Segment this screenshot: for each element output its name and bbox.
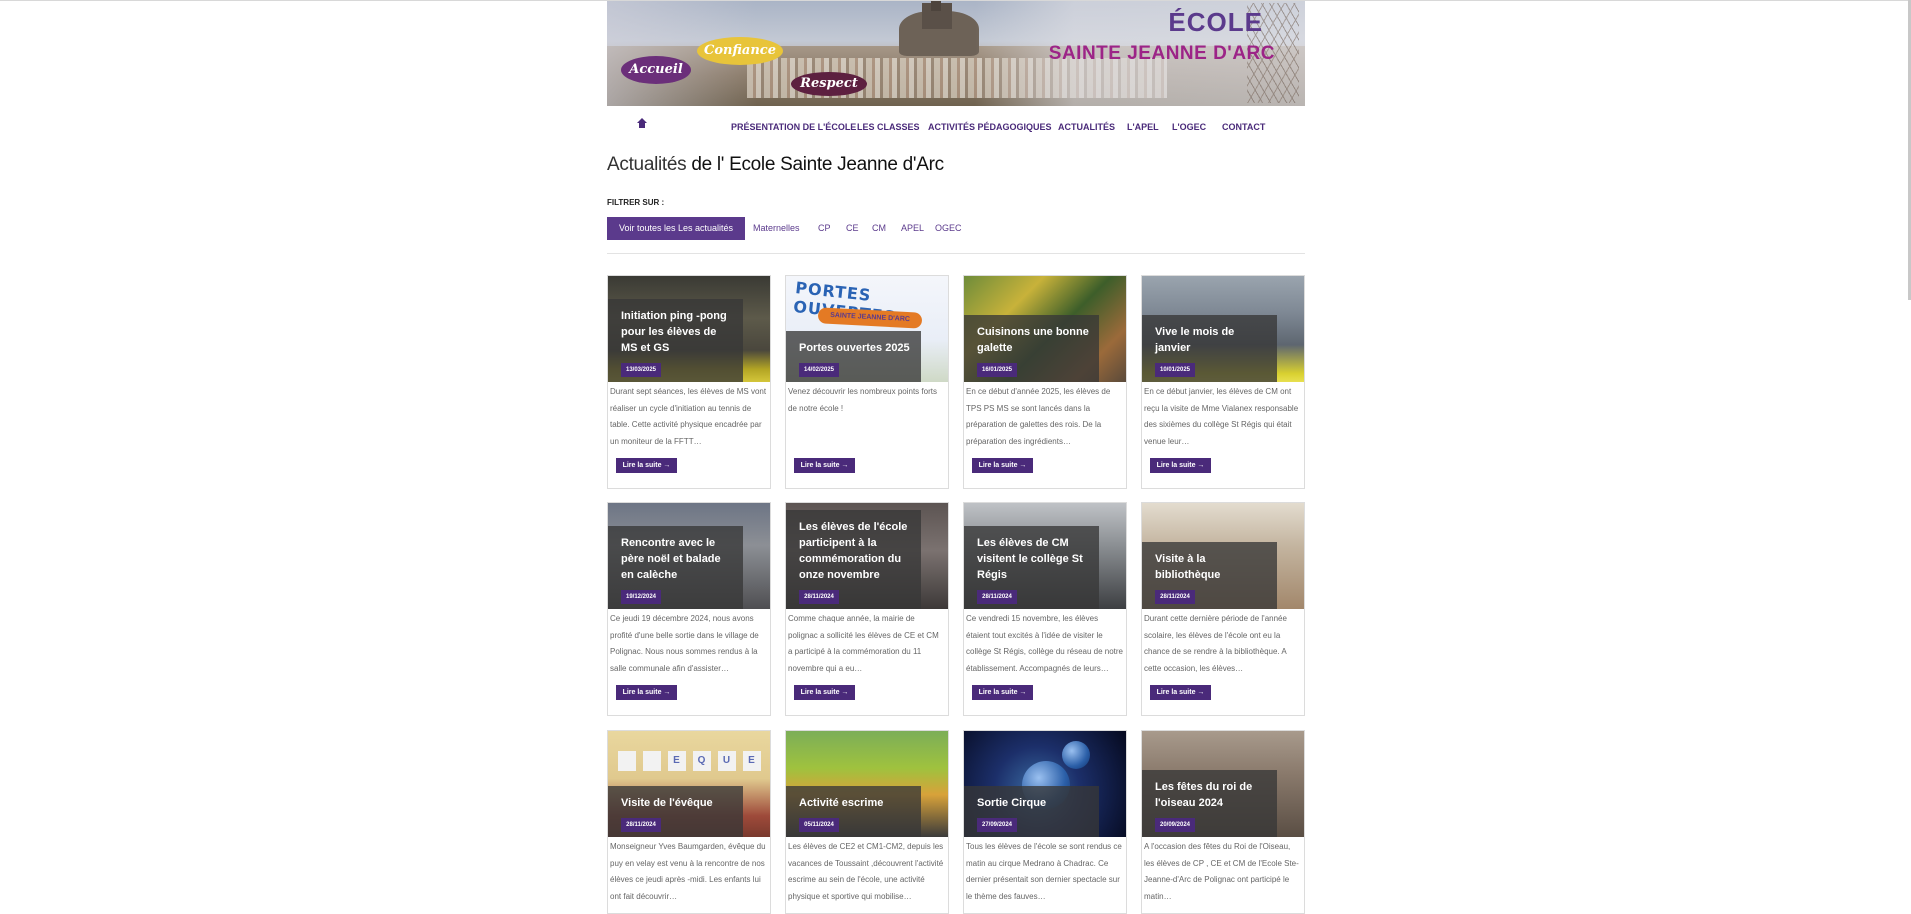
filter-cm[interactable]: CM: [872, 223, 886, 233]
card-date: 05/11/2024: [799, 818, 839, 832]
card-date: 13/03/2025: [621, 363, 661, 377]
image-letter: E: [667, 751, 686, 771]
image-letter: [642, 751, 661, 771]
card-image[interactable]: Rencontre avec le père noël et balade en…: [608, 503, 770, 609]
news-card[interactable]: Activité escrime 05/11/2024 Les élèves d…: [785, 730, 949, 914]
card-excerpt: Venez découvrir les nombreux points fort…: [788, 387, 937, 413]
card-image[interactable]: Sortie Cirque 27/09/2024: [964, 731, 1126, 837]
filter-maternelles[interactable]: Maternelles: [753, 223, 800, 233]
card-image[interactable]: Les élèves de l'école participent à la c…: [786, 503, 948, 609]
filter-label: FILTRER SUR :: [607, 198, 665, 207]
page-title-part1: Actualités: [607, 154, 687, 175]
card-image[interactable]: PORTES OUVERTES SAINTE JEANNE D'ARC Port…: [786, 276, 948, 382]
card-title[interactable]: Cuisinons une bonne galette: [977, 326, 1089, 354]
read-more-button[interactable]: Lire la suite →: [1150, 685, 1211, 700]
filter-apel[interactable]: APEL: [901, 223, 924, 233]
news-card[interactable]: E Q U E Visite de l'évêque 28/11/2024 Mo…: [607, 730, 771, 914]
card-excerpt: Monseigneur Yves Baumgarden, évêque du p…: [610, 842, 766, 901]
card-excerpt: Durant cette dernière période de l'année…: [1144, 614, 1287, 673]
card-title[interactable]: Sortie Cirque: [977, 797, 1046, 809]
card-date: 28/11/2024: [799, 590, 839, 604]
card-image[interactable]: Les élèves de CM visitent le collège St …: [964, 503, 1126, 609]
card-date: 19/12/2024: [621, 590, 661, 604]
card-excerpt: Ce jeudi 19 décembre 2024, nous avons pr…: [610, 614, 759, 673]
card-excerpt: En ce début janvier, les élèves de CM on…: [1144, 387, 1299, 446]
news-card[interactable]: Visite à la bibliothèque 28/11/2024 Dura…: [1141, 502, 1305, 716]
news-card[interactable]: Cuisinons une bonne galette 16/01/2025 E…: [963, 275, 1127, 489]
news-card[interactable]: Les élèves de l'école participent à la c…: [785, 502, 949, 716]
card-excerpt: Ce vendredi 15 novembre, les élèves étai…: [966, 614, 1123, 673]
card-date: 28/11/2024: [1155, 590, 1195, 604]
news-card[interactable]: PORTES OUVERTES SAINTE JEANNE D'ARC Port…: [785, 275, 949, 489]
read-more-button[interactable]: Lire la suite →: [1150, 458, 1211, 473]
card-title[interactable]: Initiation ping -pong pour les élèves de…: [621, 310, 727, 354]
filter-ce[interactable]: CE: [846, 223, 859, 233]
news-card[interactable]: Les élèves de CM visitent le collège St …: [963, 502, 1127, 716]
page-title-part2: de l' Ecole Sainte Jeanne d'Arc: [686, 154, 944, 175]
card-image[interactable]: Les fêtes du roi de l'oiseau 2024 20/09/…: [1142, 731, 1304, 837]
card-excerpt: Tous les élèves de l'école se sont rendu…: [966, 842, 1122, 901]
card-date: 27/09/2024: [977, 818, 1017, 832]
page-title: Actualités de l' Ecole Sainte Jeanne d'A…: [607, 154, 944, 176]
card-image[interactable]: Vive le mois de janvier 10/01/2025: [1142, 276, 1304, 382]
news-card[interactable]: Sortie Cirque 27/09/2024 Tous les élèves…: [963, 730, 1127, 914]
card-excerpt: Durant sept séances, les élèves de MS vo…: [610, 387, 767, 446]
divider: [607, 253, 1305, 254]
card-title[interactable]: Visite de l'évêque: [621, 797, 713, 809]
image-letter: [617, 751, 636, 771]
card-title[interactable]: Portes ouvertes 2025: [799, 342, 910, 354]
image-letters: E Q U E: [614, 751, 764, 773]
card-image[interactable]: Cuisinons une bonne galette 16/01/2025: [964, 276, 1126, 382]
image-letter: E: [742, 751, 761, 771]
image-circus-ball: [1062, 741, 1090, 769]
read-more-button[interactable]: Lire la suite →: [794, 685, 855, 700]
card-date: 28/11/2024: [977, 590, 1017, 604]
card-title[interactable]: Visite à la bibliothèque: [1155, 553, 1220, 581]
content: Actualités de l' Ecole Sainte Jeanne d'A…: [607, 0, 1305, 914]
card-image[interactable]: Activité escrime 05/11/2024: [786, 731, 948, 837]
filter-all-button[interactable]: Voir toutes les Les actualités: [607, 217, 745, 240]
image-letter: U: [717, 751, 736, 771]
news-card[interactable]: Initiation ping -pong pour les élèves de…: [607, 275, 771, 489]
card-title[interactable]: Vive le mois de janvier: [1155, 326, 1234, 354]
card-excerpt: En ce début d'année 2025, les élèves de …: [966, 387, 1111, 446]
card-excerpt: Comme chaque année, la mairie de poligna…: [788, 614, 939, 673]
news-card[interactable]: Vive le mois de janvier 10/01/2025 En ce…: [1141, 275, 1305, 489]
image-letter: Q: [692, 751, 711, 771]
read-more-button[interactable]: Lire la suite →: [972, 685, 1033, 700]
card-excerpt: Les élèves de CE2 et CM1-CM2, depuis les…: [788, 842, 944, 901]
read-more-button[interactable]: Lire la suite →: [616, 685, 677, 700]
news-card[interactable]: Rencontre avec le père noël et balade en…: [607, 502, 771, 716]
card-date: 28/11/2024: [621, 818, 661, 832]
card-image[interactable]: Visite à la bibliothèque 28/11/2024: [1142, 503, 1304, 609]
news-card[interactable]: Les fêtes du roi de l'oiseau 2024 20/09/…: [1141, 730, 1305, 914]
filter-cp[interactable]: CP: [818, 223, 831, 233]
read-more-button[interactable]: Lire la suite →: [616, 458, 677, 473]
read-more-button[interactable]: Lire la suite →: [794, 458, 855, 473]
card-excerpt: A l'occasion des fêtes du Roi de l'Oisea…: [1144, 842, 1299, 901]
card-date: 20/09/2024: [1155, 818, 1195, 832]
filter-ogec[interactable]: OGEC: [935, 223, 962, 233]
card-image[interactable]: Initiation ping -pong pour les élèves de…: [608, 276, 770, 382]
card-date: 16/01/2025: [977, 363, 1017, 377]
card-title[interactable]: Les élèves de CM visitent le collège St …: [977, 537, 1083, 581]
card-date: 10/01/2025: [1155, 363, 1195, 377]
card-date: 14/02/2025: [799, 363, 839, 377]
read-more-button[interactable]: Lire la suite →: [972, 458, 1033, 473]
card-title[interactable]: Rencontre avec le père noël et balade en…: [621, 537, 721, 581]
card-image[interactable]: E Q U E Visite de l'évêque 28/11/2024: [608, 731, 770, 837]
card-title[interactable]: Activité escrime: [799, 797, 883, 809]
card-title[interactable]: Les fêtes du roi de l'oiseau 2024: [1155, 781, 1252, 809]
card-title[interactable]: Les élèves de l'école participent à la c…: [799, 521, 907, 581]
